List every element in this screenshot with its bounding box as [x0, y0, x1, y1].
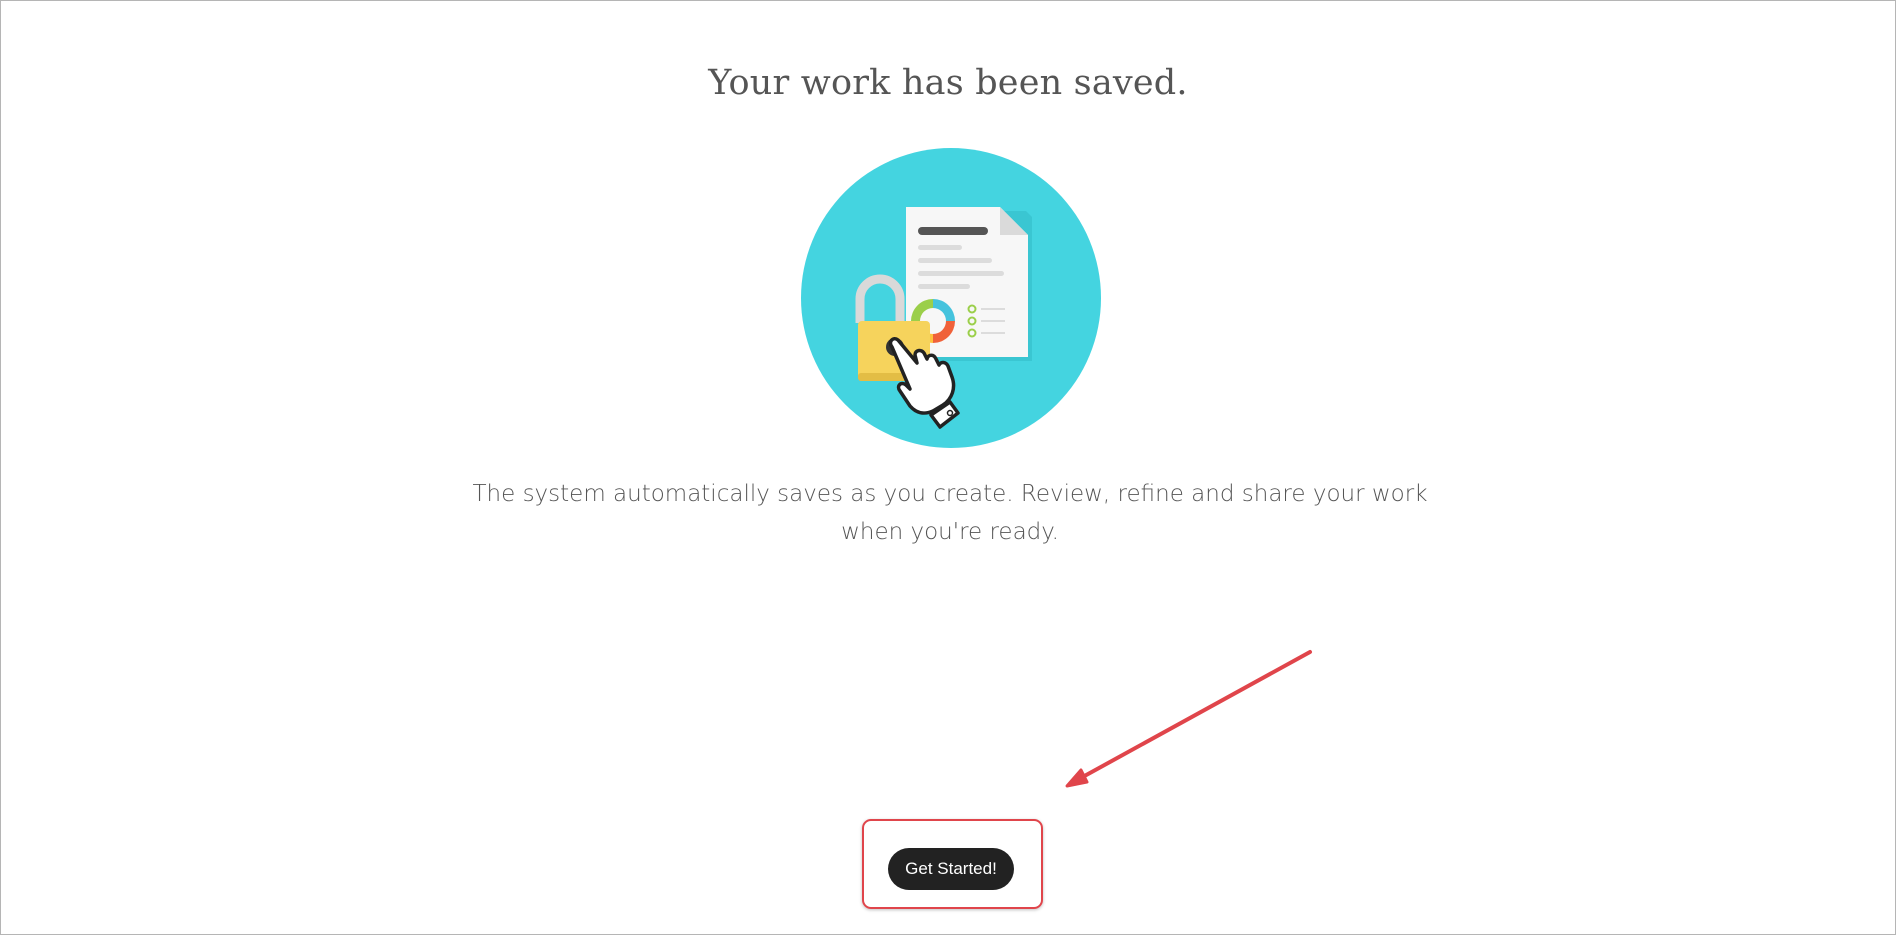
- page-description: The system automatically saves as you cr…: [472, 481, 1428, 545]
- annotation-arrow: [1065, 650, 1312, 788]
- page-title: Your work has been saved.: [708, 63, 1188, 103]
- hero-illustration: [801, 148, 1101, 448]
- get-started-button[interactable]: Get Started!: [888, 848, 1014, 890]
- secured-document-icon: [800, 147, 1102, 449]
- get-started-highlight: Get Started!: [862, 819, 1043, 909]
- page-frame: Your work has been saved. The system aut…: [0, 0, 1896, 935]
